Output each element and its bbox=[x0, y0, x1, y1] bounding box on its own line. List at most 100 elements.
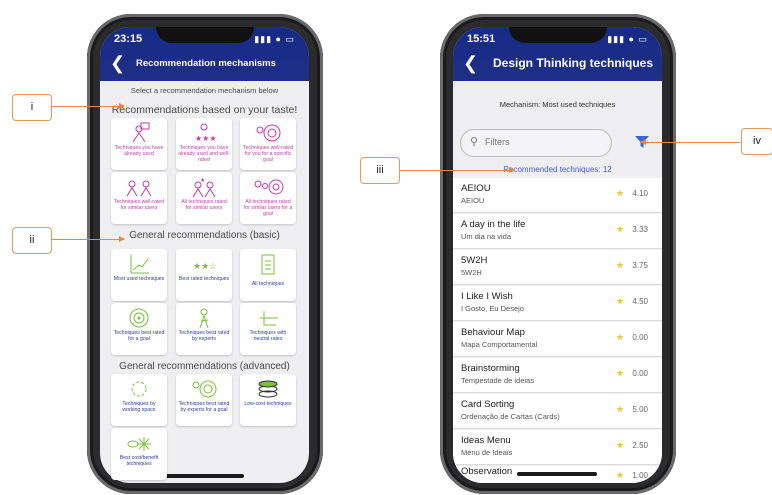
expert-icon bbox=[199, 308, 209, 329]
filter-input[interactable]: ⚲ Filters bbox=[460, 129, 612, 157]
card-label: Techniques well-rated for you for a spec… bbox=[242, 145, 294, 164]
technique-name: AEIOU bbox=[461, 183, 491, 194]
technique-sub: 5W2H bbox=[461, 268, 482, 277]
list-item[interactable]: A day in the life Um dia na vida ★ 3.33 bbox=[453, 214, 662, 249]
list-item[interactable]: 5W2H 5W2H ★ 3.75 bbox=[453, 250, 662, 285]
intro-text: Select a recommendation mechanism below bbox=[130, 86, 279, 95]
technique-name: Observation bbox=[461, 466, 513, 477]
annotation-arrow-iii bbox=[399, 167, 515, 173]
coins-icon bbox=[258, 380, 278, 398]
card-label: All techniques rated for similar users f… bbox=[243, 199, 293, 218]
annotation-i: i bbox=[12, 94, 52, 121]
card-best-rated[interactable]: ★★☆ Best rated techniques bbox=[176, 249, 232, 301]
star-icon: ★ bbox=[615, 440, 624, 450]
home-indicator bbox=[517, 472, 597, 476]
svg-text:★★☆: ★★☆ bbox=[193, 261, 217, 271]
card-low-cost[interactable]: Low-cost techniques bbox=[240, 374, 296, 426]
page-title: Design Thinking techniques bbox=[493, 56, 654, 70]
rating: 1.00 bbox=[632, 471, 648, 480]
back-icon[interactable]: ❮ bbox=[463, 53, 478, 74]
card-experts-goal[interactable]: Techniques best rated by experts for a g… bbox=[176, 374, 232, 426]
list-item[interactable]: Behaviour Map Mapa Comportamental ★ 0.00 bbox=[453, 322, 662, 357]
users-target-icon bbox=[254, 179, 284, 195]
technique-name: 5W2H bbox=[461, 255, 488, 266]
workspace-icon bbox=[131, 381, 147, 397]
star-icon: ★ bbox=[615, 260, 624, 270]
mechanism-label: Mechanism: Most used techniques bbox=[499, 100, 616, 109]
technique-sub: AEIOU bbox=[461, 196, 485, 205]
right-screen: 15:51 ▮▮▮ ● ▭ ❮ Design Thinking techniqu… bbox=[453, 27, 662, 483]
card-label: Techniques best rated by experts for a g… bbox=[178, 401, 230, 414]
card-most-used[interactable]: Most used techniques bbox=[111, 249, 167, 301]
technique-sub: Um dia na vida bbox=[461, 232, 512, 241]
filter-placeholder: Filters bbox=[485, 137, 510, 147]
list-item[interactable]: Ideas Menu Menu de Ideais ★ 2.50 bbox=[453, 430, 662, 465]
card-working-space[interactable]: Techniques by working space bbox=[111, 374, 167, 426]
experts-goal-icon bbox=[192, 380, 217, 398]
card-all-techniques[interactable]: All techniques bbox=[240, 249, 296, 301]
back-icon[interactable]: ❮ bbox=[110, 53, 125, 74]
right-notch bbox=[509, 27, 607, 43]
star-icon: ★ bbox=[615, 188, 624, 198]
card-label: Techniques best rated for a goal bbox=[113, 330, 165, 343]
technique-sub: Tempestade de ideias bbox=[461, 376, 534, 385]
person-target-icon bbox=[256, 124, 281, 142]
list-item[interactable]: Brainstorming Tempestade de ideias ★ 0.0… bbox=[453, 358, 662, 393]
technique-sub: I Gosto, Eu Desejo bbox=[461, 304, 524, 313]
technique-name: Behaviour Map bbox=[461, 327, 525, 338]
status-time: 23:15 bbox=[114, 33, 143, 45]
card-best-rated-experts[interactable]: Techniques best rated by experts bbox=[176, 303, 232, 355]
clipboard-list-icon bbox=[261, 254, 275, 275]
target-icon bbox=[129, 308, 149, 328]
card-label: Techniques with neutral rates bbox=[249, 330, 287, 343]
rating: 4.10 bbox=[632, 189, 648, 198]
technique-name: Ideas Menu bbox=[461, 435, 511, 446]
annotation-arrow-i bbox=[51, 103, 125, 109]
technique-sub: Ordenação de Cartas (Cards) bbox=[461, 412, 560, 421]
card-best-rated-goal[interactable]: Techniques best rated for a goal bbox=[111, 303, 167, 355]
card-cost-benefit[interactable]: Best cost/benefit techniques bbox=[111, 428, 167, 480]
page-title: Recommendation mechanisms bbox=[136, 58, 276, 69]
card-label: Techniques by working space bbox=[122, 401, 156, 414]
technique-sub: Mapa Comportamental bbox=[461, 340, 538, 349]
list-item[interactable]: I Like I Wish I Gosto, Eu Desejo ★ 4.50 bbox=[453, 286, 662, 321]
status-icons: ▮▮▮ ● ▭ bbox=[607, 34, 648, 44]
home-indicator bbox=[164, 474, 244, 478]
card-label: Best rated techniques bbox=[178, 276, 230, 282]
annotation-arrow-ii bbox=[51, 236, 125, 242]
card-label: All techniques bbox=[251, 281, 285, 287]
list-item[interactable]: Card Sorting Ordenação de Cartas (Cards)… bbox=[453, 394, 662, 429]
users-up-icon bbox=[126, 180, 152, 197]
rating: 5.00 bbox=[632, 405, 648, 414]
person-list-icon bbox=[132, 122, 150, 143]
card-label: Techniques you have already used bbox=[114, 145, 164, 158]
section-title-advanced: General recommendations (advanced) bbox=[119, 361, 290, 372]
star-icon: ★ bbox=[615, 296, 624, 306]
annotation-arrow-iv bbox=[640, 139, 740, 145]
card-label: Techniques best rated by experts bbox=[178, 330, 230, 343]
rating: 3.75 bbox=[632, 261, 648, 270]
card-all-similar-users[interactable]: ★ All techniques rated for similar users bbox=[176, 172, 232, 224]
star-icon: ★ bbox=[615, 224, 624, 234]
card-similar-users-goal[interactable]: All techniques rated for similar users f… bbox=[240, 172, 296, 224]
cost-benefit-icon bbox=[127, 437, 151, 451]
card-similar-users[interactable]: Techniques well-rated for similar users bbox=[111, 172, 167, 224]
annotation-iii: iii bbox=[360, 157, 400, 184]
star-icon: ★ bbox=[615, 332, 624, 342]
technique-name: Card Sorting bbox=[461, 399, 515, 410]
card-techniques-used[interactable]: Techniques you have already used bbox=[111, 118, 167, 170]
technique-name: Brainstorming bbox=[461, 363, 520, 374]
star-icon: ★ bbox=[615, 470, 624, 480]
rating: 0.00 bbox=[632, 333, 648, 342]
annotation-ii: ii bbox=[12, 227, 52, 254]
card-used-well-rated[interactable]: ★★★ Techniques you have already used and… bbox=[176, 118, 232, 170]
card-goal-well-rated[interactable]: Techniques well-rated for you for a spec… bbox=[240, 118, 296, 170]
rating: 3.33 bbox=[632, 225, 648, 234]
left-notch bbox=[156, 27, 254, 43]
card-label: All techniques rated for similar users bbox=[181, 199, 227, 212]
list-item[interactable]: AEIOU AEIOU ★ 4.10 bbox=[453, 178, 662, 213]
annotation-iv: iv bbox=[741, 128, 772, 155]
card-neutral-rates[interactable]: Techniques with neutral rates bbox=[240, 303, 296, 355]
technique-sub: Menu de Ideais bbox=[461, 448, 513, 457]
rating: 2.50 bbox=[632, 441, 648, 450]
